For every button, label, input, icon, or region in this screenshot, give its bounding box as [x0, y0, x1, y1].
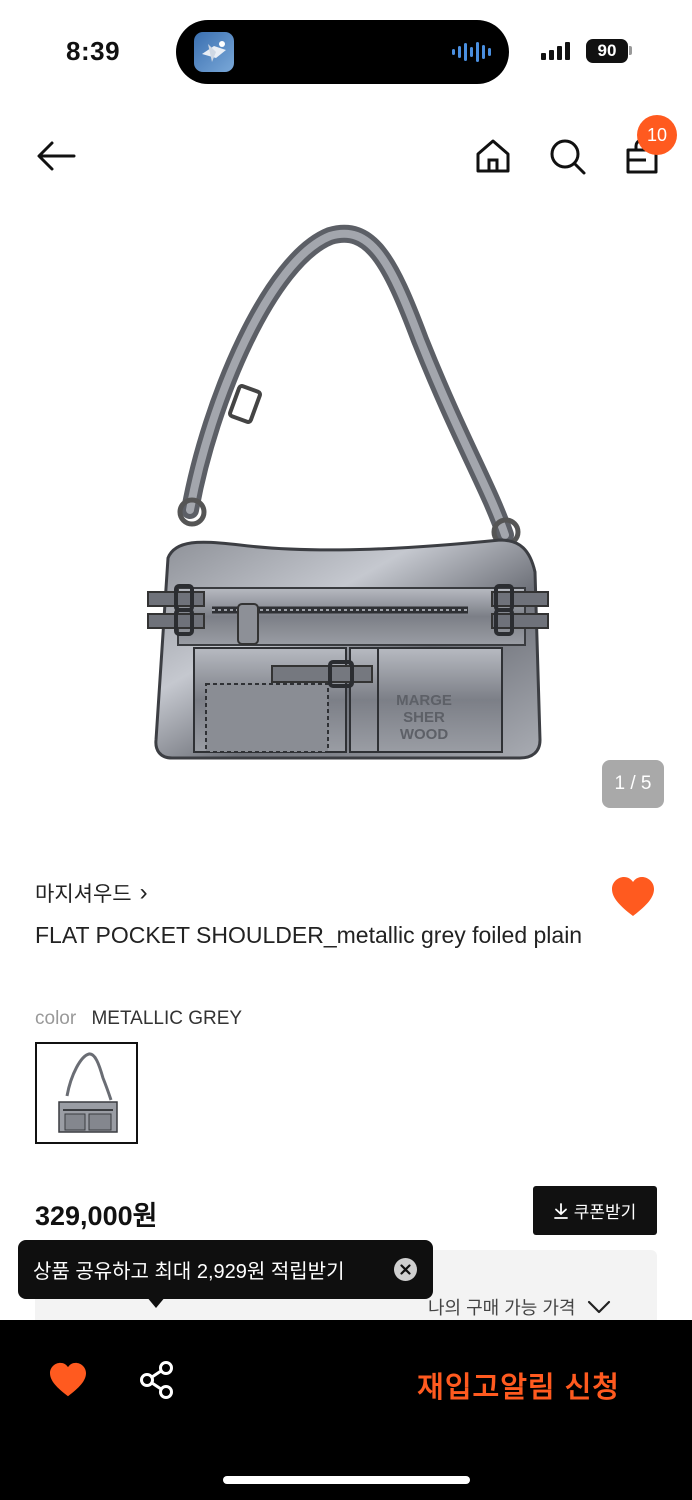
share-icon: [140, 1361, 173, 1399]
arrow-left-icon: [37, 141, 76, 171]
back-button[interactable]: [34, 134, 78, 178]
close-icon: [400, 1264, 411, 1275]
product-image: MARGE SHER WOOD: [147, 224, 549, 760]
cart-count-badge: 10: [637, 115, 677, 155]
home-indicator: [223, 1476, 470, 1484]
toast-close-button[interactable]: [394, 1258, 417, 1281]
status-time: 8:39: [66, 36, 121, 66]
coupon-label: 쿠폰받기: [573, 1203, 637, 1222]
toast-message: 상품 공유하고 최대 2,929원 적립받기: [33, 1261, 345, 1283]
bottom-like-button[interactable]: [48, 1362, 88, 1398]
product-price: 329,000원: [35, 1201, 158, 1231]
color-row: color METALLIC GREY: [35, 1008, 242, 1030]
bag-logo-line-3: WOOD: [400, 726, 448, 743]
buyable-price-toggle[interactable]: 나의 구매 가능 가격: [428, 1294, 611, 1320]
bag-logo-line-2: SHER: [403, 709, 445, 726]
color-swatch-metallic-grey[interactable]: [35, 1042, 138, 1144]
status-bar: 8:39 90: [0, 0, 692, 100]
color-label: color: [35, 1008, 77, 1029]
dynamic-island: [176, 20, 509, 84]
like-button[interactable]: [610, 876, 656, 918]
bag-logo-line-1: MARGE: [396, 692, 452, 709]
share-reward-toast: 상품 공유하고 최대 2,929원 적립받기: [18, 1240, 433, 1299]
home-icon: [476, 139, 510, 173]
buyable-price-label: 나의 구매 가능 가격: [428, 1298, 576, 1318]
product-image-gallery[interactable]: MARGE SHER WOOD: [0, 200, 692, 840]
gallery-page-indicator: 1 / 5: [602, 760, 664, 808]
bottom-action-bar: 재입고알림 신청: [0, 1320, 692, 1500]
restock-alert-button[interactable]: 재입고알림 신청: [417, 1364, 620, 1406]
home-button[interactable]: [471, 134, 515, 178]
share-button[interactable]: [138, 1360, 176, 1400]
download-icon: [553, 1202, 568, 1219]
coupon-download-button[interactable]: 쿠폰받기: [533, 1186, 657, 1235]
search-button[interactable]: [545, 134, 589, 178]
swatch-thumbnail: [58, 1052, 118, 1133]
battery-tip: [629, 46, 632, 55]
heart-icon: [612, 877, 654, 916]
app-icon: [194, 32, 234, 72]
audio-wave-icon: [452, 42, 491, 62]
chevron-down-icon: [588, 1300, 611, 1314]
signal-icon: [541, 42, 570, 60]
product-title: FLAT POCKET SHOULDER_metallic grey foile…: [35, 922, 583, 948]
battery-level: 90: [586, 39, 628, 63]
brand-name: 마지셔우드: [35, 883, 132, 906]
color-value: METALLIC GREY: [91, 1008, 243, 1029]
chevron-right-icon: ›: [139, 879, 148, 906]
heart-icon: [50, 1362, 86, 1397]
search-icon: [550, 139, 586, 175]
brand-link[interactable]: 마지셔우드 ›: [35, 878, 148, 908]
toast-pointer: [146, 1296, 166, 1308]
top-nav: [0, 110, 692, 200]
